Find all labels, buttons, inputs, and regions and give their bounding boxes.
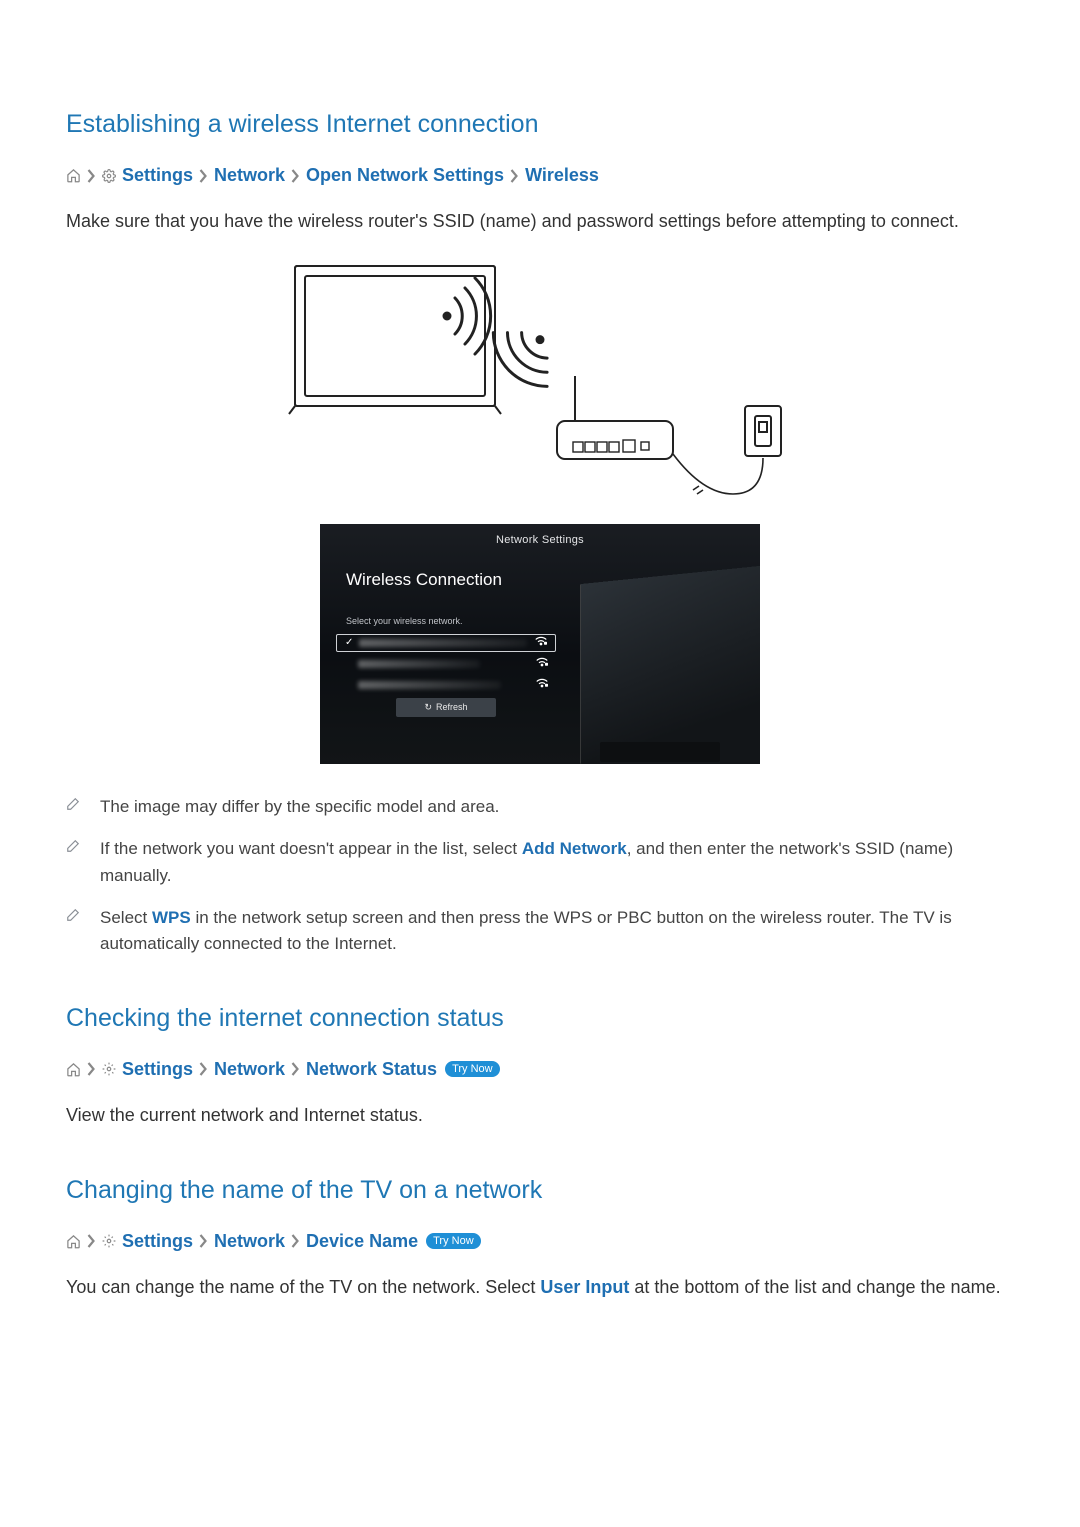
network-settings-screenshot: Network Settings Wireless Connection Sel… bbox=[320, 524, 760, 764]
breadcrumb-settings[interactable]: Settings bbox=[122, 1059, 193, 1080]
breadcrumb-network[interactable]: Network bbox=[214, 165, 285, 186]
chevron-icon bbox=[87, 1234, 96, 1248]
connection-diagram bbox=[66, 256, 1014, 506]
chevron-icon bbox=[87, 169, 96, 183]
chevron-icon bbox=[199, 1234, 208, 1248]
breadcrumb-network-status[interactable]: Network Status bbox=[306, 1059, 437, 1080]
chevron-icon bbox=[291, 169, 300, 183]
chevron-icon bbox=[199, 169, 208, 183]
pencil-icon bbox=[66, 839, 82, 889]
wifi-lock-icon bbox=[536, 678, 548, 691]
gear-icon bbox=[102, 1234, 116, 1248]
chevron-icon bbox=[291, 1234, 300, 1248]
gear-icon bbox=[102, 1062, 116, 1076]
chevron-icon bbox=[87, 1062, 96, 1076]
gear-icon bbox=[102, 169, 116, 183]
section-heading-devicename: Changing the name of the TV on a network bbox=[66, 1176, 1014, 1205]
try-now-badge[interactable]: Try Now bbox=[426, 1233, 481, 1249]
breadcrumb-settings[interactable]: Settings bbox=[122, 1231, 193, 1252]
pencil-icon bbox=[66, 797, 82, 820]
refresh-icon: ↻ bbox=[424, 702, 432, 713]
tv-illustration bbox=[580, 561, 760, 764]
pencil-icon bbox=[66, 908, 82, 958]
body-text-devicename: You can change the name of the TV on the… bbox=[66, 1274, 1014, 1302]
note-text: If the network you want doesn't appear i… bbox=[100, 836, 1014, 889]
wps-link[interactable]: WPS bbox=[152, 908, 191, 927]
note-text: Select WPS in the network setup screen a… bbox=[100, 905, 1014, 958]
breadcrumb-status: Settings Network Network Status Try Now bbox=[66, 1059, 1014, 1080]
network-row[interactable] bbox=[336, 655, 556, 673]
refresh-label: Refresh bbox=[436, 702, 468, 712]
home-icon bbox=[66, 1062, 81, 1077]
body-text-ssid: Make sure that you have the wireless rou… bbox=[66, 208, 1014, 236]
section-heading-status: Checking the internet connection status bbox=[66, 1004, 1014, 1033]
breadcrumb-settings[interactable]: Settings bbox=[122, 165, 193, 186]
breadcrumb-network[interactable]: Network bbox=[214, 1059, 285, 1080]
chevron-icon bbox=[291, 1062, 300, 1076]
network-row[interactable]: ✓ bbox=[336, 634, 556, 652]
select-network-hint: Select your wireless network. bbox=[346, 616, 546, 626]
breadcrumb-open-network-settings[interactable]: Open Network Settings bbox=[306, 165, 504, 186]
user-input-link[interactable]: User Input bbox=[540, 1277, 629, 1297]
breadcrumb-network[interactable]: Network bbox=[214, 1231, 285, 1252]
check-icon: ✓ bbox=[345, 637, 359, 648]
breadcrumb-wireless: Settings Network Open Network Settings W… bbox=[66, 165, 1014, 186]
network-row[interactable] bbox=[336, 676, 556, 694]
home-icon bbox=[66, 1234, 81, 1249]
try-now-badge[interactable]: Try Now bbox=[445, 1061, 500, 1077]
chevron-icon bbox=[510, 169, 519, 183]
breadcrumb-device-name[interactable]: Device Name bbox=[306, 1231, 418, 1252]
refresh-button[interactable]: ↻ Refresh bbox=[396, 698, 496, 717]
wifi-lock-icon bbox=[536, 657, 548, 670]
tv-stand-illustration bbox=[600, 742, 720, 762]
screenshot-title: Network Settings bbox=[320, 524, 760, 546]
wifi-lock-icon bbox=[535, 636, 547, 649]
chevron-icon bbox=[199, 1062, 208, 1076]
breadcrumb-wireless-item[interactable]: Wireless bbox=[525, 165, 599, 186]
home-icon bbox=[66, 168, 81, 183]
add-network-link[interactable]: Add Network bbox=[522, 839, 627, 858]
note-list: The image may differ by the specific mod… bbox=[66, 794, 1014, 958]
section-heading-wireless: Establishing a wireless Internet connect… bbox=[66, 110, 1014, 139]
breadcrumb-devicename: Settings Network Device Name Try Now bbox=[66, 1231, 1014, 1252]
wireless-connection-heading: Wireless Connection bbox=[346, 570, 546, 590]
note-text: The image may differ by the specific mod… bbox=[100, 794, 1014, 820]
body-text-status: View the current network and Internet st… bbox=[66, 1102, 1014, 1130]
